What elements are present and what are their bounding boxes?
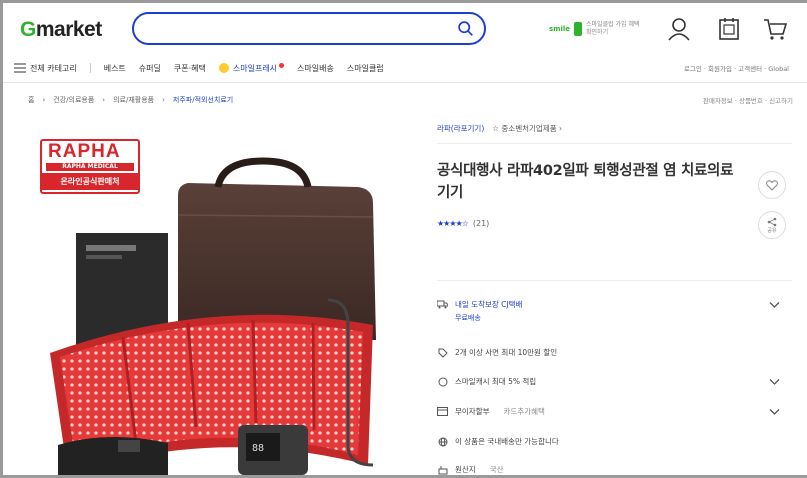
factory-icon	[437, 464, 448, 475]
breadcrumb-level2[interactable]: 의료/재활용품	[113, 95, 154, 105]
chevron-down-icon[interactable]	[769, 406, 780, 417]
coin-icon	[437, 376, 448, 387]
truck-icon	[437, 299, 448, 310]
card-benefit-row[interactable]: 무이자할부 카드추가혜택	[437, 406, 792, 417]
globe-icon	[437, 436, 448, 447]
nav-item-coupon[interactable]: 쿠폰·혜택	[174, 63, 206, 74]
smile-pay-icon	[574, 22, 583, 36]
recent-items-icon[interactable]	[716, 16, 742, 42]
breadcrumb-level1[interactable]: 건강/의료용품	[53, 95, 94, 105]
nav-item-smile-club[interactable]: 스마일클럽	[347, 63, 384, 74]
product-title: 공식대행사 라파402일파 퇴행성관절 염 치료의료기기	[437, 163, 734, 201]
discount-row[interactable]: 2개 이상 사면 최대 10만원 할인	[437, 347, 792, 358]
nav-divider	[89, 63, 91, 73]
smile-icon	[218, 63, 229, 73]
svg-text:88: 88	[252, 443, 264, 454]
smile-cash-row[interactable]: 스마일캐시 최대 5% 적립	[437, 376, 792, 387]
delivery-row[interactable]: 내일 도착보장 CJ택배 무료배송	[437, 299, 792, 322]
smile-club-promo[interactable]: smile 스마일클럽 가입 혜택 확인하기	[549, 18, 659, 40]
chevron-right-icon: ›	[102, 96, 106, 104]
share-icon	[767, 217, 777, 226]
brand-link[interactable]: 라파(라포기기)	[437, 123, 484, 134]
chevron-right-icon: ›	[162, 96, 165, 104]
gmarket-logo[interactable]: Gmarket	[20, 18, 102, 42]
breadcrumb: 홈 › 건강/의료용품 › 의료/재활용품 › 저주파/적외선치료기	[28, 95, 233, 105]
details-divider	[437, 143, 792, 144]
search-input[interactable]	[148, 14, 448, 43]
search-box[interactable]	[132, 12, 486, 45]
product-image[interactable]: 88 RAPHA RAPHA MEDICAL 온라인공식판매처	[28, 125, 403, 475]
breadcrumb-current[interactable]: 저주파/적외선치료기	[173, 95, 233, 105]
star-outline-icon: ☆	[492, 124, 499, 133]
nav-item-smile-fresh[interactable]: 스마일프레시	[218, 62, 285, 74]
user-icon[interactable]	[666, 16, 692, 42]
cart-icon[interactable]	[762, 16, 788, 42]
details-divider	[437, 280, 792, 281]
new-badge-dot	[279, 62, 285, 68]
shop-badge[interactable]: ☆ 중소벤처기업제품 ›	[492, 123, 562, 134]
heart-icon	[766, 179, 778, 191]
nav-item-superdeal[interactable]: 슈퍼딜	[139, 63, 161, 74]
product-details: 라파(라포기기) ☆ 중소벤처기업제품 › 공식대행사 라파402일파 퇴행성관…	[437, 115, 792, 475]
category-nav: 전체 카테고리 베스트 슈퍼딜 쿠폰·혜택 스마일프레시 스마일배송 스마일클럽…	[14, 58, 799, 78]
overseas-shipping-row: 이 상품은 국내배송만 가능합니다	[437, 436, 792, 447]
nav-item-best[interactable]: 베스트	[104, 63, 126, 74]
header-divider	[3, 82, 807, 83]
chevron-down-icon[interactable]	[769, 376, 780, 387]
origin-row: 원산지 국산	[437, 464, 792, 475]
rating-stars: ★★★★☆	[437, 219, 469, 228]
rapha-official-badge: RAPHA RAPHA MEDICAL 온라인공식판매처	[40, 139, 140, 194]
all-category-menu[interactable]: 전체 카테고리	[14, 63, 77, 74]
header: Gmarket smile 스마일클럽 가입 혜택 확인하기	[14, 12, 799, 52]
share-button[interactable]: 공유	[758, 211, 786, 239]
chevron-down-icon[interactable]	[769, 299, 780, 310]
chevron-right-icon: ›	[42, 96, 46, 104]
breadcrumb-home[interactable]: 홈	[28, 95, 34, 105]
rating-row[interactable]: ★★★★☆ (21)	[437, 219, 489, 228]
seller-info-links[interactable]: 판매자정보 · 상품번호 · 신고하기	[703, 95, 793, 105]
tag-icon	[437, 347, 448, 358]
brand-row: 라파(라포기기) ☆ 중소벤처기업제품 ›	[437, 123, 562, 134]
card-icon	[437, 406, 448, 417]
review-count: (21)	[472, 219, 490, 228]
nav-right-links[interactable]: 로그인 · 회원가입 · 고객센터 · Global	[684, 63, 789, 73]
wishlist-button[interactable]	[758, 171, 786, 199]
search-icon[interactable]	[457, 20, 474, 37]
nav-item-smile-delivery[interactable]: 스마일배송	[297, 63, 334, 74]
hamburger-icon	[14, 63, 26, 73]
